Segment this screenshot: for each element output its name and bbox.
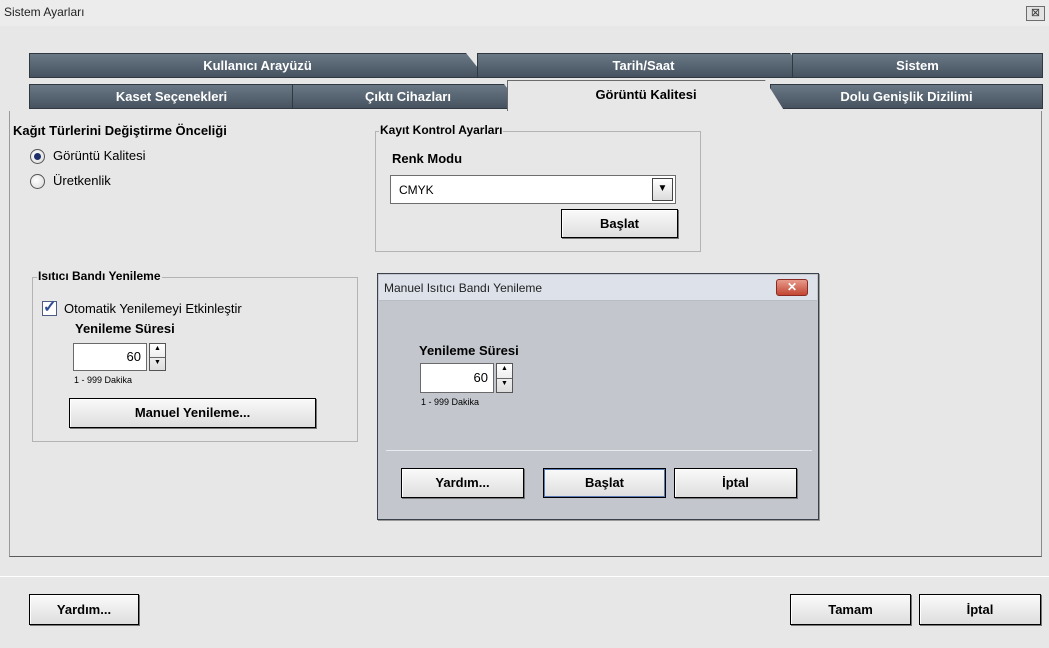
window-close-button[interactable]: ⊠ xyxy=(1026,6,1045,21)
footer-separator xyxy=(0,576,1049,577)
tab-user-interface[interactable]: Kullanıcı Arayüzü xyxy=(29,53,486,78)
registration-start-button[interactable]: Başlat xyxy=(561,209,678,238)
spin-down-icon[interactable]: ▼ xyxy=(150,358,165,371)
tab-full-width-array[interactable]: Dolu Genişlik Dizilimi xyxy=(770,84,1043,109)
tab-system[interactable]: Sistem xyxy=(792,53,1043,78)
color-mode-label: Renk Modu xyxy=(392,151,463,166)
dropdown-arrow-icon[interactable]: ▼ xyxy=(652,178,673,201)
window-title: Sistem Ayarları xyxy=(4,5,85,19)
color-mode-value: CMYK xyxy=(399,183,434,197)
dialog-duration-label: Yenileme Süresi xyxy=(419,343,519,358)
footer-ok-button[interactable]: Tamam xyxy=(790,594,911,625)
radio-productivity-label: Üretkenlik xyxy=(53,173,111,188)
window-title-bar xyxy=(0,0,1049,26)
color-mode-select[interactable]: CMYK ▼ xyxy=(390,175,676,204)
duration-input[interactable]: 60 xyxy=(73,343,147,371)
dialog-start-button[interactable]: Başlat xyxy=(543,468,666,498)
manual-refresh-dialog: Manuel Isıtıcı Bandı Yenileme ✕ Yenileme… xyxy=(377,273,819,520)
dialog-duration-stepper[interactable]: ▲ ▼ xyxy=(496,363,513,393)
duration-label: Yenileme Süresi xyxy=(75,321,175,336)
spin-up-icon[interactable]: ▲ xyxy=(497,364,512,379)
tab-output-devices[interactable]: Çıktı Cihazları xyxy=(292,84,524,109)
footer-cancel-button[interactable]: İptal xyxy=(919,594,1041,625)
dialog-separator xyxy=(386,450,812,451)
fuser-refresh-legend: Isıtıcı Bandı Yenileme xyxy=(37,269,162,283)
dialog-close-button[interactable]: ✕ xyxy=(776,279,808,296)
tab-date-time[interactable]: Tarih/Saat xyxy=(477,53,810,78)
duration-stepper[interactable]: ▲ ▼ xyxy=(149,343,166,371)
manual-refresh-button[interactable]: Manuel Yenileme... xyxy=(69,398,316,428)
dialog-duration-input[interactable]: 60 xyxy=(420,363,494,393)
radio-productivity[interactable] xyxy=(30,174,45,189)
dialog-help-button[interactable]: Yardım... xyxy=(401,468,524,498)
duration-range: 1 - 999 Dakika xyxy=(74,375,133,385)
footer-help-button[interactable]: Yardım... xyxy=(29,594,139,625)
dialog-duration-range: 1 - 999 Dakika xyxy=(421,397,480,407)
tab-image-quality[interactable]: Görüntü Kalitesi xyxy=(507,80,785,112)
check-icon: ✓ xyxy=(43,299,57,316)
dialog-cancel-button[interactable]: İptal xyxy=(674,468,797,498)
radio-image-quality[interactable] xyxy=(30,149,45,164)
spin-up-icon[interactable]: ▲ xyxy=(150,344,165,358)
spin-down-icon[interactable]: ▼ xyxy=(497,379,512,393)
paper-priority-label: Kağıt Türlerini Değiştirme Önceliği xyxy=(13,123,227,138)
tab-tray-options[interactable]: Kaset Seçenekleri xyxy=(29,84,314,109)
auto-refresh-label: Otomatik Yenilemeyi Etkinleştir xyxy=(64,301,242,316)
radio-image-quality-label: Görüntü Kalitesi xyxy=(53,148,146,163)
registration-control-legend: Kayıt Kontrol Ayarları xyxy=(379,123,504,137)
dialog-title: Manuel Isıtıcı Bandı Yenileme xyxy=(384,281,543,295)
